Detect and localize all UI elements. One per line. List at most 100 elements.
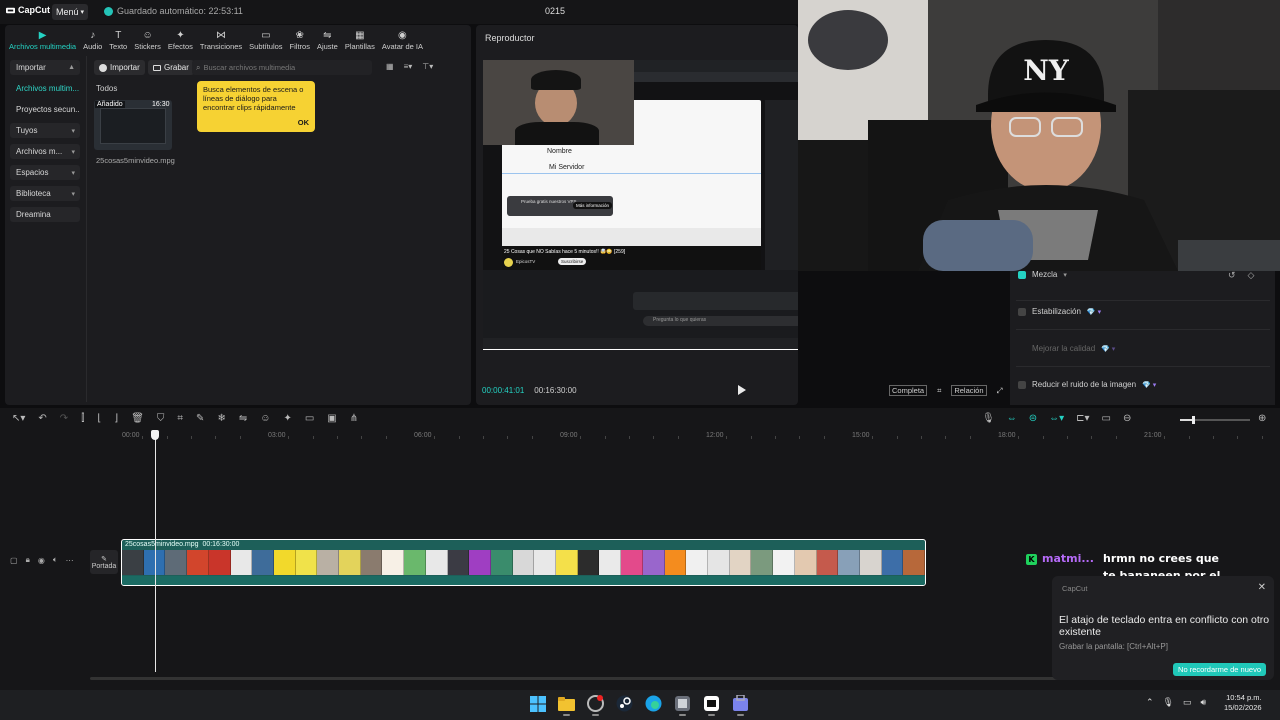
keyframe-icon[interactable]: ◇ bbox=[1248, 270, 1255, 281]
grid-view-icon[interactable]: ▦ bbox=[386, 62, 394, 71]
windows-start-icon[interactable] bbox=[528, 694, 547, 713]
split-right-icon[interactable]: ⌋ bbox=[114, 413, 118, 424]
speed-icon[interactable]: ⋔ bbox=[350, 413, 358, 424]
blend-row[interactable]: Mezcla ▾ bbox=[1018, 270, 1067, 279]
tab-templates[interactable]: ▦ Plantillas bbox=[345, 29, 375, 52]
nested-video-title: 25 Cosas que NO Sabías hace 5 minutos!! … bbox=[504, 249, 626, 255]
magic-icon[interactable]: ✦ bbox=[283, 413, 291, 424]
sidebar-item-1[interactable]: Archivos multim... bbox=[10, 81, 80, 96]
cover-button[interactable]: ✎ Portada bbox=[90, 550, 118, 574]
capcut-icon[interactable] bbox=[702, 694, 721, 716]
enhance-quality-row: Mejorar la calidad 💎 ▾ bbox=[1032, 344, 1115, 353]
tab-media[interactable]: ▶ Archivos multimedia bbox=[9, 29, 76, 52]
track-box-icon[interactable]: ▢ bbox=[10, 556, 18, 565]
tab-text[interactable]: T Texto bbox=[109, 29, 127, 52]
mirror-icon[interactable]: ⇋ bbox=[239, 413, 247, 424]
speaker-icon[interactable]: 🔈︎ bbox=[53, 555, 58, 565]
snap-icon[interactable]: ⇔▾ bbox=[1049, 413, 1064, 424]
sidebar-item-3[interactable]: Tuyos ▾ bbox=[10, 123, 80, 138]
undo-icon[interactable]: ↶ bbox=[38, 413, 46, 424]
ai-edit-icon[interactable]: ✎ bbox=[196, 413, 204, 424]
nested-channel: EpicosTV bbox=[516, 259, 536, 264]
link-main-icon[interactable]: ⇔ bbox=[1007, 413, 1017, 424]
lock-icon[interactable]: 🔒︎ bbox=[26, 555, 30, 565]
network-icon[interactable]: ▭ bbox=[1183, 697, 1192, 708]
tooltip-ok-button[interactable]: OK bbox=[298, 118, 309, 127]
eye-icon[interactable]: ◉ bbox=[38, 556, 45, 565]
redo-icon[interactable]: ↷ bbox=[60, 413, 68, 424]
sidebar-item-0[interactable]: Importar ▲ bbox=[10, 60, 80, 75]
sidebar-item-2[interactable]: Proyectos secun... bbox=[10, 102, 80, 117]
video-clip[interactable]: 25cosas5minvideo.mpg 00:16:30:00 bbox=[121, 539, 926, 586]
denoise-checkbox[interactable] bbox=[1018, 380, 1026, 389]
sidebar-item-5[interactable]: Espacios ▾ bbox=[10, 165, 80, 180]
freeze-icon[interactable]: ❄ bbox=[217, 413, 225, 424]
microphone-icon[interactable]: 🎙 bbox=[1163, 697, 1174, 708]
zoom-slider[interactable] bbox=[1180, 416, 1250, 424]
blend-checkbox[interactable] bbox=[1018, 270, 1026, 279]
split-left-icon[interactable]: ⌊ bbox=[97, 413, 101, 424]
tab-subtitles[interactable]: ▭ Subtítulos bbox=[249, 29, 282, 52]
shield-icon[interactable]: ⛉ bbox=[157, 413, 165, 424]
tab-effects[interactable]: ✦ Efectos bbox=[168, 29, 193, 52]
file-explorer-icon[interactable] bbox=[557, 694, 576, 716]
sidebar-item-6[interactable]: Biblioteca ▾ bbox=[10, 186, 80, 201]
timeline-ruler[interactable]: 00:00 03:00 06:00 09:00 12:00 15:00 18:00 21:00 bbox=[118, 430, 1280, 444]
caption-icon[interactable]: ▭ bbox=[305, 413, 314, 424]
nested-toolbar bbox=[633, 292, 798, 310]
app-icon[interactable] bbox=[673, 694, 692, 716]
tab-sticker[interactable]: ☺ Stickers bbox=[134, 29, 161, 52]
menu-button[interactable]: Menú ▾ bbox=[52, 4, 88, 20]
dont-remind-button[interactable]: No recordarme de nuevo bbox=[1173, 663, 1266, 676]
chevron-down-icon: ▾ bbox=[1063, 271, 1067, 279]
split-icon[interactable]: ⫿ bbox=[81, 413, 84, 424]
crop-icon[interactable]: ⌗ bbox=[177, 413, 183, 424]
screen-icon[interactable]: ▣ bbox=[327, 413, 336, 424]
volume-icon[interactable]: 🔊︎ bbox=[1201, 697, 1207, 708]
preview-axis-icon[interactable]: ⊏▾ bbox=[1076, 413, 1089, 424]
playhead-handle[interactable] bbox=[151, 430, 159, 440]
tab-adjust[interactable]: ⇋ Ajuste bbox=[317, 29, 338, 52]
stabilization-checkbox[interactable] bbox=[1018, 307, 1026, 316]
store-icon[interactable] bbox=[731, 694, 750, 716]
reset-icon[interactable]: ↺ bbox=[1228, 270, 1236, 281]
sidebar-item-4[interactable]: Archivos m... ▾ bbox=[10, 144, 80, 159]
stabilization-row[interactable]: Estabilización 💎 ▾ bbox=[1018, 307, 1101, 316]
tab-audio[interactable]: ♪ Audio bbox=[83, 29, 102, 52]
tab-filters[interactable]: ❀ Filtros bbox=[290, 29, 310, 52]
sort-icon[interactable]: ≡▾ bbox=[404, 62, 413, 71]
player-screen[interactable]: Nombre Mi Servidor Prueba gratis nuestro… bbox=[483, 60, 798, 350]
more-icon[interactable]: ⋯ bbox=[66, 556, 74, 565]
close-icon[interactable]: ✕ bbox=[1258, 582, 1266, 593]
tab-ai-avatar[interactable]: ◉ Avatar de IA bbox=[382, 29, 423, 52]
magnet-icon[interactable]: ⊜ bbox=[1029, 413, 1037, 424]
search-icon: ⌕ bbox=[196, 62, 201, 72]
tab-transitions[interactable]: ⋈ Transiciones bbox=[200, 29, 242, 52]
fullscreen-icon[interactable]: ⤢ bbox=[997, 386, 1003, 396]
captions-toggle-icon[interactable]: ▭ bbox=[1102, 413, 1111, 424]
denoise-row[interactable]: Reducir el ruido de la imagen 💎 ▾ bbox=[1018, 380, 1156, 389]
delete-icon[interactable]: 🗑 bbox=[131, 413, 144, 424]
steam-icon[interactable] bbox=[615, 694, 634, 713]
cutout-icon[interactable]: ☺ bbox=[260, 413, 270, 424]
ratio-button[interactable]: Relación bbox=[951, 385, 987, 396]
import-button[interactable]: Importar bbox=[94, 60, 145, 75]
record-button[interactable]: Grabar bbox=[148, 60, 194, 75]
clip-frame bbox=[577, 550, 600, 575]
sidebar-item-7[interactable]: Dreamina bbox=[10, 207, 80, 222]
chevron-up-icon[interactable]: ⌃ bbox=[1146, 697, 1154, 708]
media-search-input[interactable]: ⌕ Buscar archivos multimedia bbox=[192, 60, 372, 75]
crop-icon[interactable]: ⌗ bbox=[937, 386, 941, 396]
edge-icon[interactable] bbox=[644, 694, 663, 713]
play-icon[interactable] bbox=[737, 385, 747, 395]
complete-button[interactable]: Completa bbox=[889, 385, 928, 396]
taskbar-clock[interactable]: 10:54 p.m. 15/02/2026 bbox=[1224, 693, 1262, 713]
browser-record-icon[interactable] bbox=[586, 694, 605, 716]
microphone-icon[interactable]: 🎙 bbox=[982, 413, 995, 424]
select-tool-icon[interactable]: ↖▾ bbox=[12, 413, 25, 424]
ruler-tick bbox=[896, 436, 898, 439]
zoom-in-icon[interactable]: ⊕ bbox=[1258, 413, 1266, 424]
filter-icon[interactable]: ⊤▾ bbox=[422, 62, 433, 71]
zoom-out-icon[interactable]: ⊖ bbox=[1123, 413, 1131, 424]
playhead[interactable] bbox=[155, 431, 156, 672]
